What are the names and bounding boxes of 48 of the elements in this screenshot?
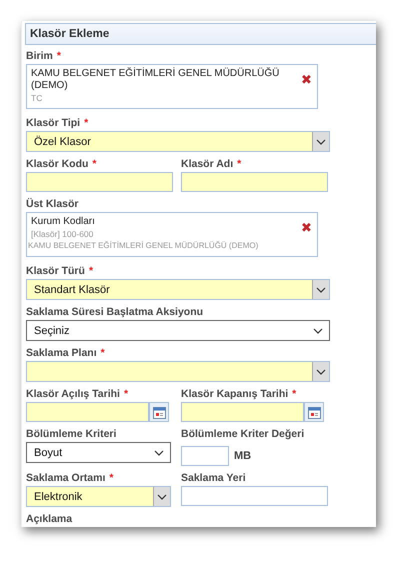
dropdown[interactable]: Boyut xyxy=(26,442,171,463)
field-label: Bölümleme Kriter Değeri xyxy=(181,428,306,440)
dropdown[interactable]: Standart Klasör xyxy=(26,279,330,300)
field-label: Birim * xyxy=(26,50,62,62)
field-label: Saklama Planı * xyxy=(26,347,106,359)
calendar-icon xyxy=(308,406,320,418)
field-label: Saklama Yeri xyxy=(181,472,247,484)
chevron-down-icon xyxy=(316,138,326,144)
field-label: Klasör Kapanış Tarihi * xyxy=(181,388,298,400)
text-field[interactable] xyxy=(181,486,328,506)
selection-text: KAMU BELGENET EĞİTİMLERİ GENEL MÜDÜRLÜĞÜ (DEMO) xyxy=(31,68,280,92)
chevron-down-icon xyxy=(316,368,326,374)
remove-icon[interactable]: ✖ xyxy=(301,221,312,253)
number-field[interactable] xyxy=(181,446,229,466)
unit-label: MB xyxy=(234,450,252,462)
date-field[interactable] xyxy=(26,402,149,422)
dropdown[interactable]: Seçiniz xyxy=(26,320,330,341)
field-label: Açıklama xyxy=(26,513,74,525)
field-label: Klasör Tipi * xyxy=(26,117,90,129)
remove-icon[interactable]: ✖ xyxy=(301,73,312,105)
chevron-down-icon xyxy=(316,286,326,292)
dropdown[interactable] xyxy=(26,361,330,382)
field-label: Klasör Adı * xyxy=(181,158,242,170)
panel-title: Klasör Ekleme xyxy=(25,23,376,45)
chevron-down-icon xyxy=(157,494,167,500)
calendar-icon xyxy=(152,406,166,418)
text-field[interactable] xyxy=(26,172,173,192)
selection-box[interactable]: Kurum Kodları [Klasör] 100-600 KAMU BELGENET EĞİTİMLERİ GENEL MÜDÜRLÜĞÜ (DEMO) ✖ xyxy=(26,212,318,257)
selection-text: KAMU BELGENET EĞİTİMLERİ GENEL MÜDÜRLÜĞÜ (DEMO) xyxy=(28,240,260,252)
calendar-button[interactable] xyxy=(149,402,169,422)
selection-text: Kurum Kodları xyxy=(31,216,96,228)
selection-text: [Klasör] 100-600 xyxy=(31,228,94,240)
chevron-down-icon xyxy=(313,328,323,334)
selection-box[interactable]: KAMU BELGENET EĞİTİMLERİ GENEL MÜDÜRLÜĞÜ (DEMO) TC ✖ xyxy=(26,64,318,109)
date-field[interactable] xyxy=(181,402,304,422)
selection-text: TC xyxy=(31,92,44,104)
field-label: Klasör Açılış Tarihi * xyxy=(26,388,130,400)
field-label: Klasör Türü * xyxy=(26,265,94,277)
field-label: Klasör Kodu * xyxy=(26,158,98,170)
field-label: Bölümleme Kriteri xyxy=(26,428,118,440)
dropdown[interactable]: Elektronik xyxy=(26,486,171,507)
chevron-down-icon xyxy=(154,450,164,456)
field-label: Saklama Süresi Başlatma Aksiyonu xyxy=(26,306,204,318)
calendar-button[interactable] xyxy=(304,402,324,422)
field-label: Saklama Ortamı * xyxy=(26,472,114,484)
dropdown[interactable]: Özel Klasor xyxy=(26,131,330,152)
field-label: Üst Klasör xyxy=(26,198,80,210)
text-field[interactable] xyxy=(181,172,328,192)
